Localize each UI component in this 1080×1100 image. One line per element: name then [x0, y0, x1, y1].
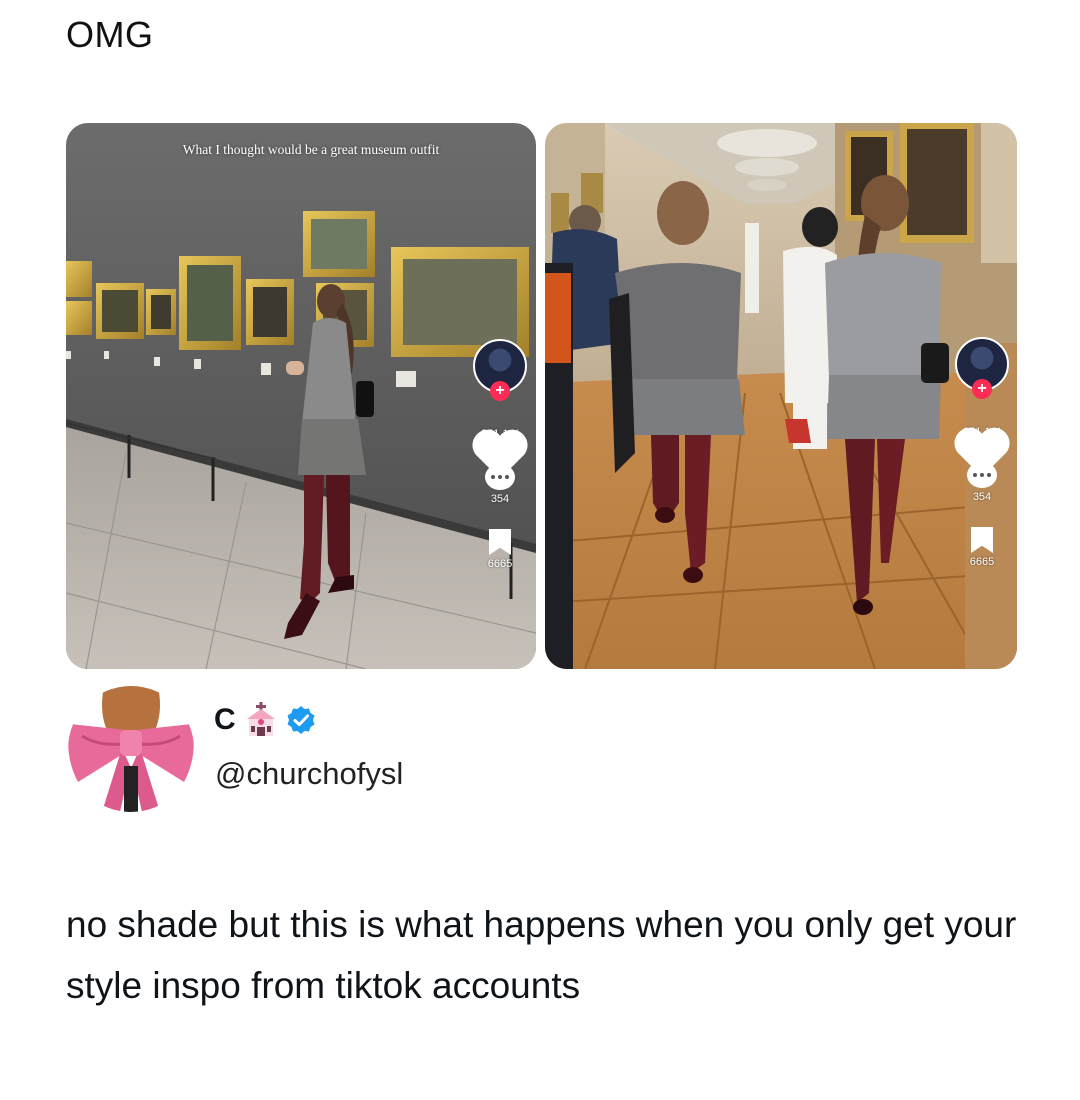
like-button[interactable]: 351,1 K [954, 423, 1010, 477]
photo-right[interactable]: + 351,1 K 354 6665 [545, 123, 1017, 669]
tiktok-action-rail: + 351,1 K 354 6665 [952, 337, 1012, 568]
display-name-row[interactable]: C [214, 700, 316, 740]
church-icon [246, 702, 275, 736]
museum-wall-photo [66, 123, 536, 669]
profile-bow-image [68, 686, 194, 812]
user-handle[interactable]: @churchofysl [215, 756, 403, 792]
comment-icon [967, 462, 997, 488]
museum-gallery-photo [545, 123, 1017, 669]
photo-left[interactable]: What I thought would be a great museum o… [66, 123, 536, 669]
post-caption: OMG [66, 14, 154, 55]
display-name: C [214, 703, 236, 736]
like-button[interactable]: 351,1 K [472, 425, 528, 479]
tiktok-action-rail: + 351,1 K 354 6665 [470, 339, 530, 570]
comment-icon [485, 464, 515, 490]
avatar[interactable] [68, 686, 194, 812]
video-overlay-text: What I thought would be a great museum o… [182, 142, 440, 157]
verified-badge-icon [287, 706, 315, 734]
tweet-body: no shade but this is what happens when y… [66, 904, 1017, 1006]
